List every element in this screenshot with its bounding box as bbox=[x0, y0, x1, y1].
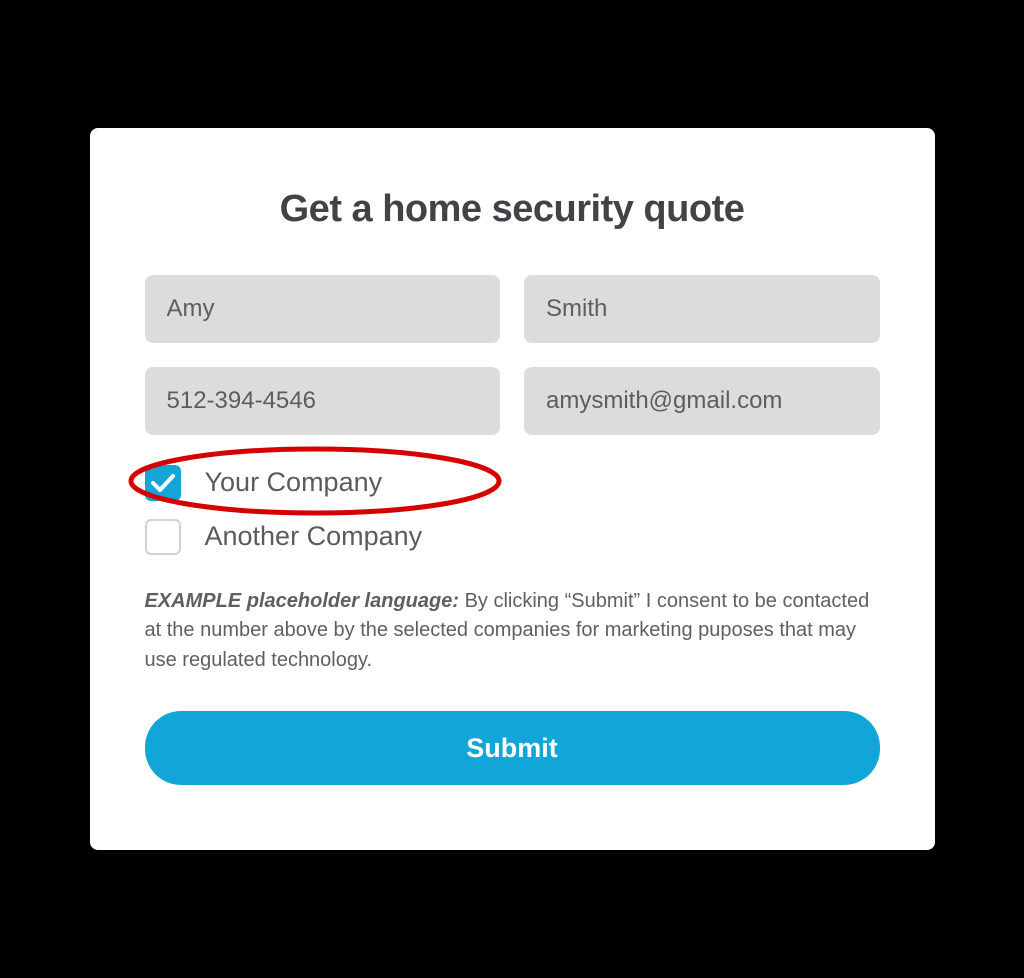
checkbox-row-your-company: Your Company bbox=[145, 463, 880, 503]
disclaimer-lead: EXAMPLE placeholder language: bbox=[145, 590, 460, 612]
first-name-field[interactable] bbox=[145, 275, 501, 343]
last-name-field[interactable] bbox=[524, 275, 880, 343]
contact-row bbox=[145, 367, 880, 435]
check-icon bbox=[151, 473, 175, 493]
email-field[interactable] bbox=[524, 367, 880, 435]
checkbox-label: Another Company bbox=[205, 521, 423, 552]
disclaimer-text: EXAMPLE placeholder language: By clickin… bbox=[145, 587, 880, 676]
checkbox-another-company[interactable] bbox=[145, 519, 181, 555]
submit-button[interactable]: Submit bbox=[145, 711, 880, 785]
checkbox-your-company[interactable] bbox=[145, 465, 181, 501]
company-checkbox-group: Your Company Another Company bbox=[145, 463, 880, 557]
name-row bbox=[145, 275, 880, 343]
checkbox-label: Your Company bbox=[205, 467, 383, 498]
checkbox-row-another-company: Another Company bbox=[145, 517, 880, 557]
page-title: Get a home security quote bbox=[145, 188, 880, 231]
phone-field[interactable] bbox=[145, 367, 501, 435]
quote-form-card: Get a home security quote Your Company A… bbox=[90, 128, 935, 851]
